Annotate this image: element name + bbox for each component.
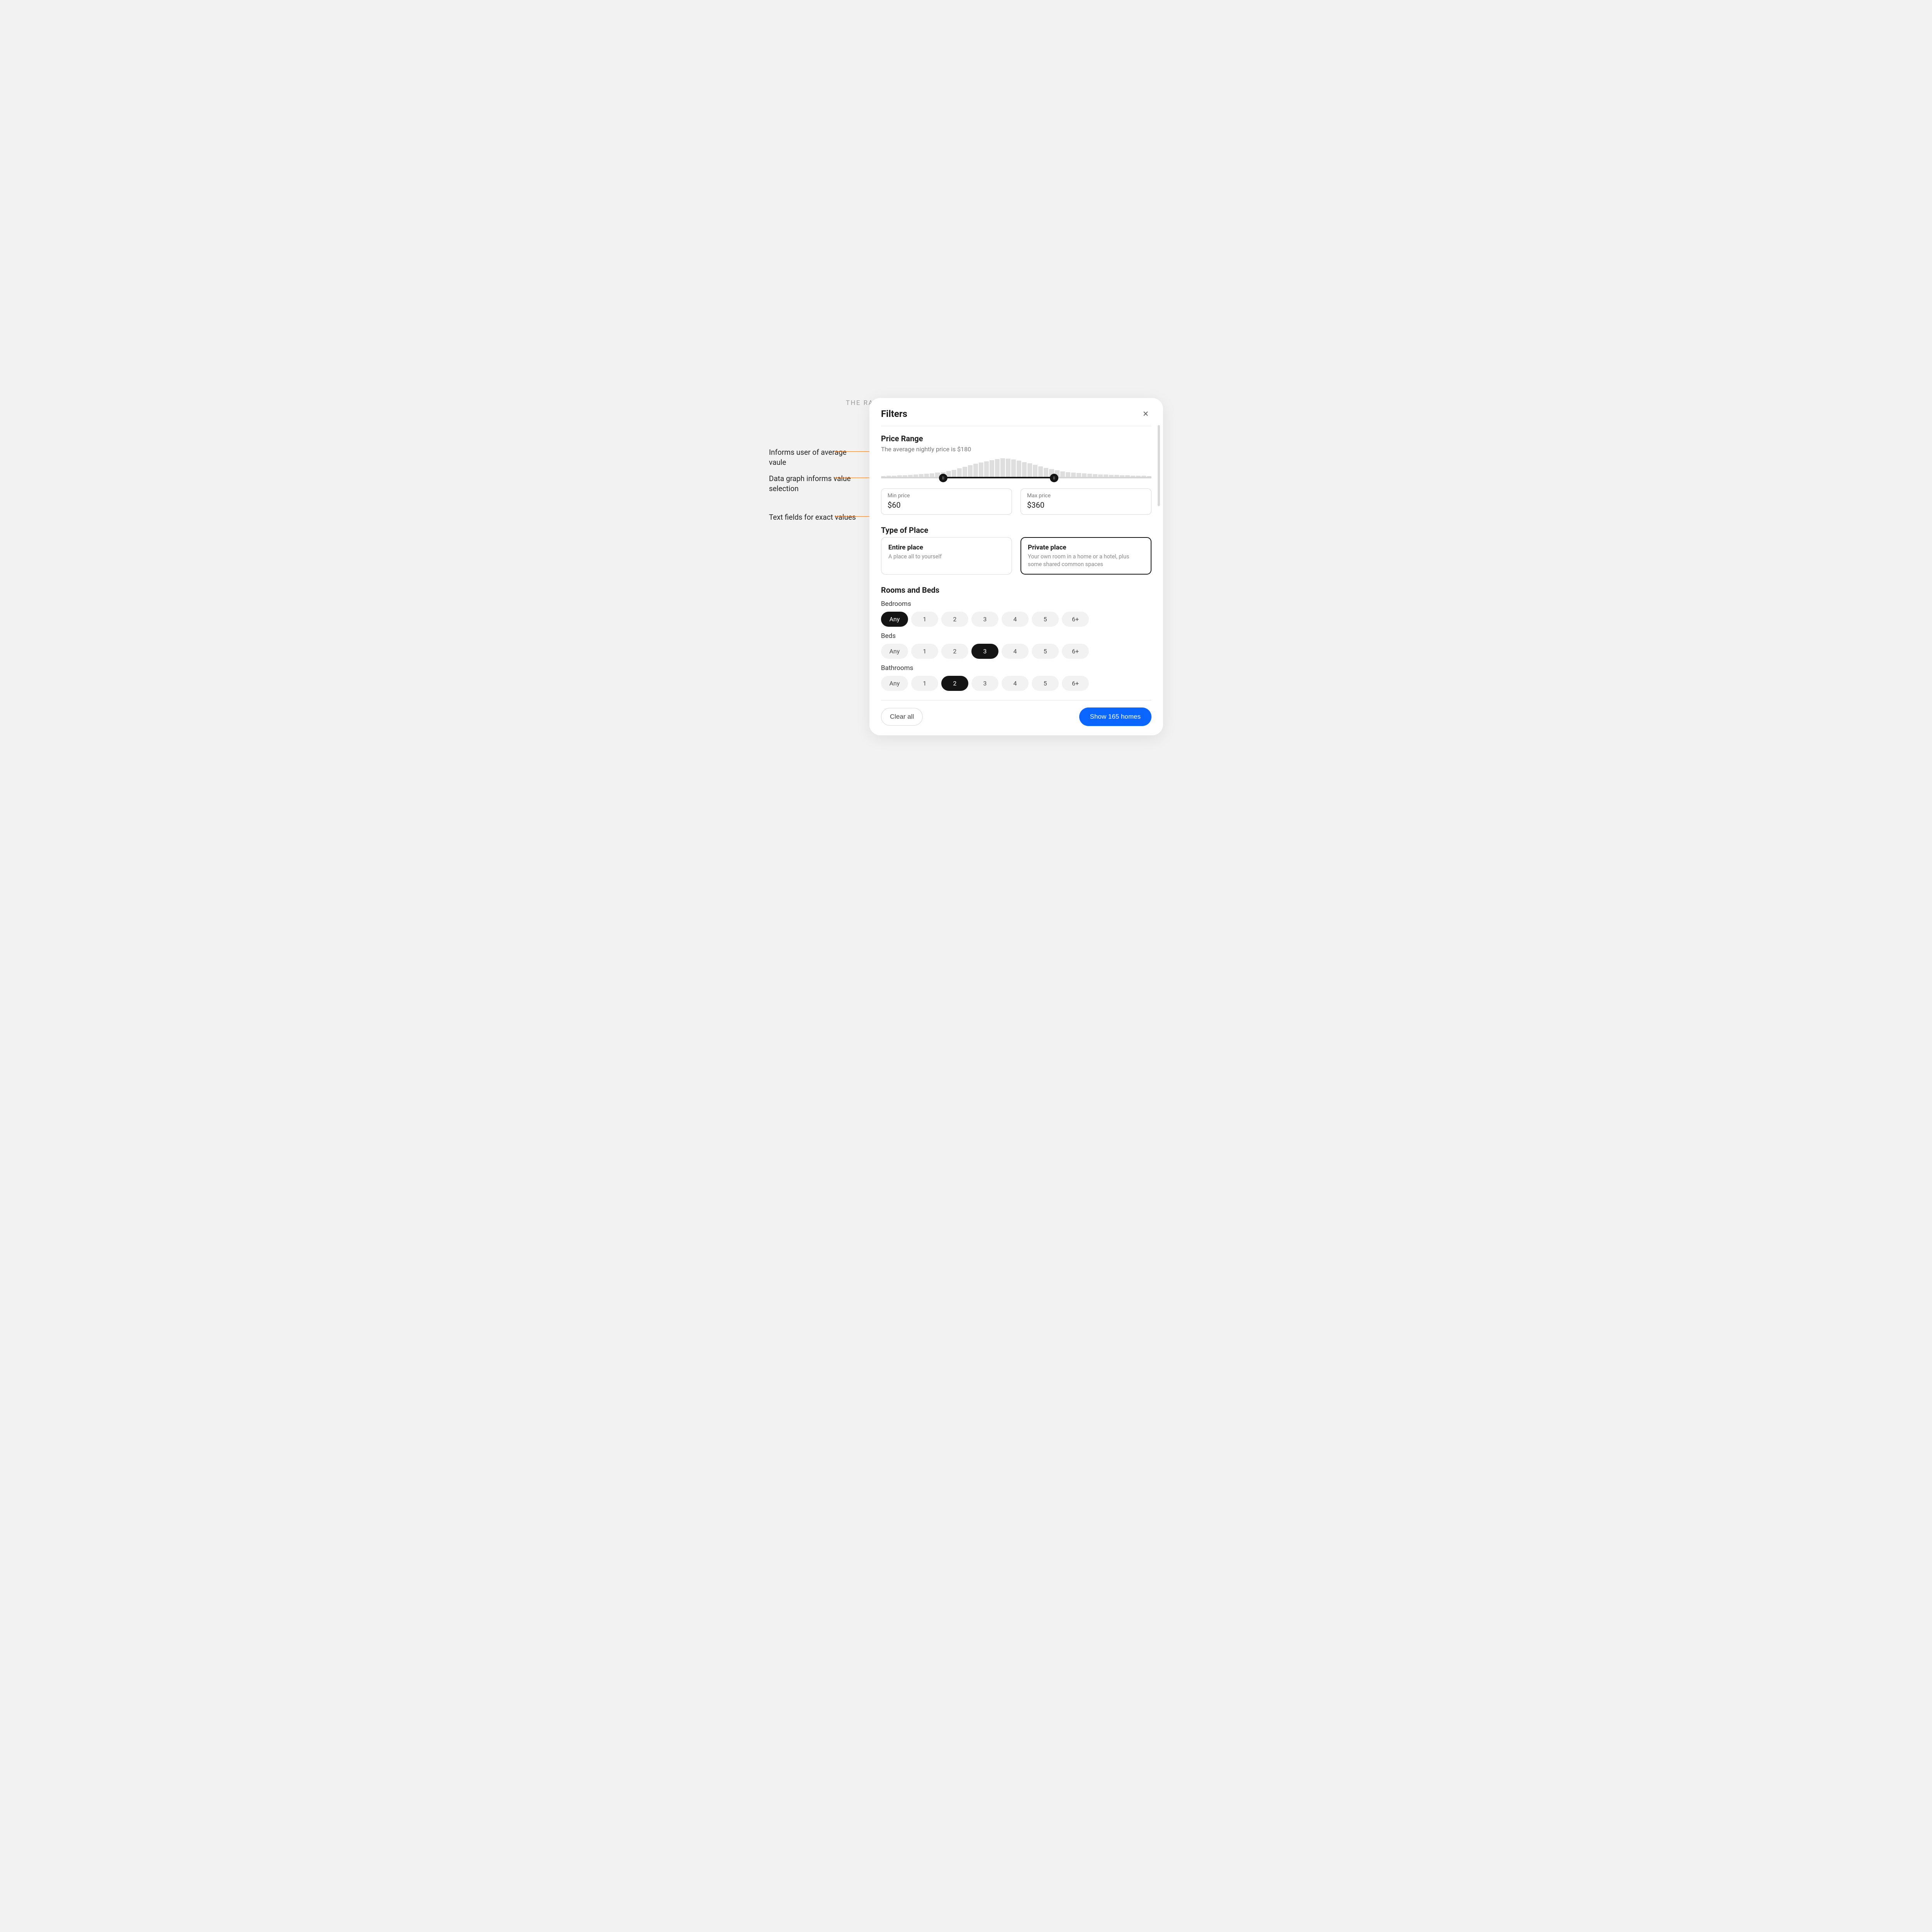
count-pill[interactable]: 6+ [1062, 612, 1089, 627]
price-histogram [881, 458, 1151, 477]
modal-footer: Clear all Show 165 homes [869, 701, 1163, 726]
scrollbar[interactable] [1158, 425, 1160, 506]
histogram-bar [1071, 473, 1076, 477]
pill-row: Any123456+ [881, 612, 1151, 627]
count-pill[interactable]: 1 [911, 612, 938, 627]
count-pill[interactable]: 5 [1032, 612, 1059, 627]
min-price-label: Min price [888, 493, 1005, 499]
stage: Informs user of average vaule Data graph… [769, 398, 1163, 419]
histogram-bar [924, 474, 929, 477]
histogram-bar [919, 474, 923, 477]
count-pill[interactable]: 4 [1002, 676, 1029, 691]
close-icon[interactable]: × [1140, 407, 1151, 420]
count-pill[interactable]: 5 [1032, 676, 1059, 691]
pill-row: Any123456+ [881, 644, 1151, 659]
slider-handle-max[interactable] [1050, 474, 1058, 482]
annotation-graph: Data graph informs value selection [769, 474, 866, 493]
histogram-bar [979, 463, 983, 477]
slider-track-fill [943, 477, 1054, 478]
count-pill[interactable]: 1 [911, 644, 938, 659]
count-pill[interactable]: 2 [941, 676, 968, 691]
histogram-bar [973, 464, 978, 477]
min-price-field[interactable]: Min price $60 [881, 488, 1012, 515]
histogram-bar [968, 465, 973, 477]
histogram-bar [1038, 466, 1043, 477]
place-options: Entire place A place all to yourself Priva… [881, 537, 1151, 575]
annotation-textfields: Text fields for exact values [769, 512, 866, 522]
count-pill[interactable]: 3 [971, 612, 998, 627]
histogram-bar [1027, 463, 1032, 477]
place-option-title: Entire place [888, 544, 1005, 551]
histogram-bar [1077, 473, 1081, 477]
rooms-group-label: Bedrooms [881, 600, 1151, 608]
price-histogram-slider[interactable] [881, 458, 1151, 480]
histogram-bar [930, 473, 934, 477]
histogram-bar [1066, 472, 1070, 477]
type-of-place-title: Type of Place [881, 526, 1151, 535]
price-range-subtitle: The average nightly price is $180 [881, 446, 1151, 453]
modal-header: Filters × [869, 398, 1163, 426]
price-range-section: Price Range The average nightly price is… [869, 426, 1163, 518]
price-range-title: Price Range [881, 434, 1151, 443]
place-option-desc: Your own room in a home or a hotel, plus… [1028, 553, 1144, 568]
histogram-bar [957, 468, 962, 477]
count-pill[interactable]: 6+ [1062, 644, 1089, 659]
count-pill[interactable]: 4 [1002, 644, 1029, 659]
count-pill[interactable]: 5 [1032, 644, 1059, 659]
histogram-bar [990, 460, 994, 477]
annotation-average: Informs user of average vaule [769, 447, 866, 467]
count-pill[interactable]: 6+ [1062, 676, 1089, 691]
place-option-title: Private place [1028, 544, 1144, 551]
rooms-group-label: Beds [881, 632, 1151, 640]
histogram-bar [963, 467, 967, 477]
histogram-bar [1044, 468, 1048, 477]
price-inputs: Min price $60 Max price $360 [881, 488, 1151, 515]
rooms-beds-section: Rooms and Beds BedroomsAny123456+BedsAny… [869, 578, 1163, 694]
max-price-value: $360 [1027, 500, 1145, 510]
histogram-bar [1006, 459, 1010, 477]
histogram-bar [1017, 461, 1021, 477]
slider-handle-min[interactable] [939, 474, 947, 482]
show-results-button[interactable]: Show 165 homes [1079, 707, 1151, 726]
count-pill[interactable]: Any [881, 644, 908, 659]
place-option-entire[interactable]: Entire place A place all to yourself [881, 537, 1012, 575]
count-pill[interactable]: 3 [971, 644, 998, 659]
histogram-bar [984, 461, 989, 477]
type-of-place-section: Type of Place Entire place A place all to… [869, 518, 1163, 578]
clear-all-button[interactable]: Clear all [881, 708, 923, 726]
rooms-beds-title: Rooms and Beds [881, 585, 1151, 595]
place-option-private[interactable]: Private place Your own room in a home or … [1020, 537, 1151, 575]
histogram-bar [1011, 459, 1016, 477]
histogram-bar [995, 459, 1000, 477]
histogram-bar [1087, 474, 1092, 477]
histogram-bar [1093, 474, 1097, 477]
max-price-label: Max price [1027, 493, 1145, 499]
count-pill[interactable]: 1 [911, 676, 938, 691]
histogram-bar [1022, 462, 1027, 477]
min-price-value: $60 [888, 500, 1005, 510]
histogram-bar [1000, 458, 1005, 477]
place-option-desc: A place all to yourself [888, 553, 1005, 561]
count-pill[interactable]: 3 [971, 676, 998, 691]
filters-modal: Filters × Price Range The average nightl… [869, 398, 1163, 735]
modal-title: Filters [881, 408, 907, 419]
pill-row: Any123456+ [881, 676, 1151, 691]
count-pill[interactable]: Any [881, 612, 908, 627]
histogram-bar [1060, 471, 1065, 477]
histogram-bar [1082, 473, 1087, 477]
max-price-field[interactable]: Max price $360 [1020, 488, 1151, 515]
count-pill[interactable]: 2 [941, 612, 968, 627]
histogram-bar [1033, 465, 1037, 477]
count-pill[interactable]: 4 [1002, 612, 1029, 627]
rooms-group-label: Bathrooms [881, 664, 1151, 672]
histogram-bar [952, 470, 956, 477]
count-pill[interactable]: 2 [941, 644, 968, 659]
count-pill[interactable]: Any [881, 676, 908, 691]
